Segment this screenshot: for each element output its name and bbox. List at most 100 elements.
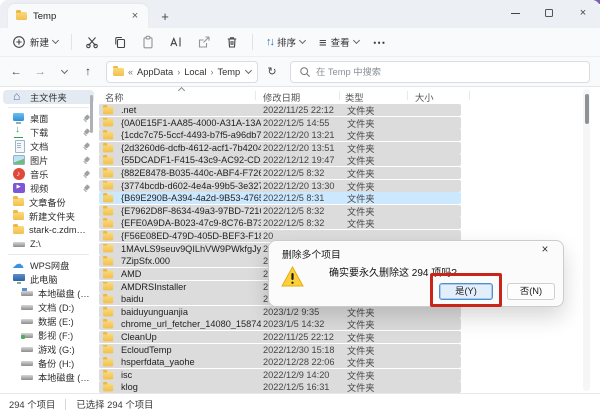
sidebar-item-label: 文章备份: [29, 195, 90, 209]
sidebar-item[interactable]: 视频: [3, 181, 94, 195]
column-divider[interactable]: [255, 91, 256, 100]
sidebar-item[interactable]: 下载: [3, 125, 94, 139]
tab-temp[interactable]: Temp ×: [8, 4, 148, 28]
sidebar-item[interactable]: WPS网盘: [3, 258, 94, 272]
file-name-cell: {EFE0A9DA-B023-47c9-8C76-B73033...: [103, 218, 261, 228]
history-dropdown-button[interactable]: [54, 61, 74, 83]
table-row[interactable]: isc2022/12/9 14:20文件夹: [99, 369, 461, 381]
table-row[interactable]: chrome_url_fetcher_14080_1587440...2023/…: [99, 318, 461, 330]
view-icon: ≡: [319, 36, 327, 49]
sidebar-item[interactable]: 新建文件夹: [3, 209, 94, 223]
file-name-text: 7ZipSfx.000: [121, 256, 170, 266]
new-tab-button[interactable]: +: [154, 5, 176, 27]
table-row[interactable]: baiduyunguanjia2023/1/2 9:35文件夹: [99, 306, 461, 318]
sidebar-item[interactable]: 本地磁盘 (K:): [3, 370, 94, 384]
more-options-button[interactable]: ⋯: [367, 33, 392, 52]
dialog-close-icon[interactable]: ×: [536, 244, 554, 260]
sidebar-item[interactable]: 影视 (F:): [3, 328, 94, 342]
date-modified-cell: 2022/12/5 16:31: [263, 382, 347, 392]
column-header-date[interactable]: 修改日期: [263, 90, 300, 104]
sidebar-item[interactable]: 此电脑: [3, 272, 94, 286]
column-header-size[interactable]: 大小: [415, 90, 434, 104]
yes-button[interactable]: 是(Y): [439, 283, 493, 300]
paste-button[interactable]: [135, 32, 161, 52]
table-row[interactable]: {EFE0A9DA-B023-47c9-8C76-B73033...2022/1…: [99, 217, 461, 229]
no-button[interactable]: 否(N): [507, 283, 555, 300]
breadcrumb-overflow-icon[interactable]: «: [128, 67, 133, 77]
table-row[interactable]: {882E8478-B035-440c-ABF4-F7262D...2022/1…: [99, 167, 461, 179]
sidebar-item[interactable]: 音乐: [3, 167, 94, 181]
table-row[interactable]: {E7962D8F-8634-49a3-97BD-7216C3...2022/1…: [99, 205, 461, 217]
refresh-button[interactable]: ↻: [262, 61, 282, 83]
folder-icon: [103, 296, 113, 304]
type-cell: 文件夹: [347, 380, 413, 393]
sidebar-item-label: 音乐: [30, 167, 77, 181]
copy-button[interactable]: [107, 32, 133, 52]
column-header-name[interactable]: 名称: [105, 90, 124, 104]
table-row[interactable]: {2d3260d6-dcfb-4612-acf1-7b42047...2022/…: [99, 142, 461, 154]
folder-icon: [103, 308, 113, 316]
music-icon: [13, 168, 25, 180]
view-button[interactable]: ≡ 查看: [313, 32, 365, 52]
vertical-scrollbar[interactable]: [583, 89, 590, 391]
column-divider[interactable]: [339, 91, 340, 100]
toolbar-divider: [71, 34, 72, 50]
breadcrumb-segment[interactable]: Temp: [217, 67, 240, 77]
sidebar-item[interactable]: 桌面: [3, 111, 94, 125]
breadcrumb-segment[interactable]: AppData: [137, 67, 173, 77]
sidebar-item[interactable]: 文档 (D:): [3, 300, 94, 314]
sidebar-scrollbar[interactable]: [90, 95, 93, 133]
table-row[interactable]: hsperfdata_yaohe2022/12/28 22:06文件夹: [99, 356, 461, 368]
tab-close-icon[interactable]: ×: [128, 10, 142, 22]
tab-title: Temp: [33, 11, 122, 22]
column-header-type[interactable]: 类型: [345, 90, 364, 104]
sidebar-item[interactable]: 本地磁盘 (C:): [3, 286, 94, 300]
new-button[interactable]: 新建: [6, 32, 64, 52]
chevron-down-icon[interactable]: [245, 66, 252, 73]
table-row[interactable]: {1cdc7c75-5ccf-4493-b7f5-a96db79...2022/…: [99, 129, 461, 141]
back-button[interactable]: ←: [6, 61, 26, 83]
column-divider[interactable]: [469, 91, 470, 100]
sort-button[interactable]: ↑↓ 排序: [260, 32, 311, 52]
chevron-down-icon: [52, 37, 59, 44]
table-row[interactable]: {B69E290B-A394-4a2d-9B53-476596...2022/1…: [99, 192, 461, 204]
breadcrumb-crumbs: AppData›Local›Temp: [137, 67, 242, 77]
sidebar-item[interactable]: 主文件夹: [3, 90, 94, 104]
breadcrumb[interactable]: « AppData›Local›Temp: [106, 61, 258, 83]
table-row[interactable]: CleanUp2022/11/25 22:12文件夹: [99, 331, 461, 343]
delete-button[interactable]: [219, 32, 245, 52]
table-row[interactable]: {0A0E15F1-AA85-4000-A31A-13A94...2022/12…: [99, 117, 461, 129]
close-button[interactable]: ×: [566, 0, 600, 26]
scrollbar-thumb[interactable]: [585, 94, 589, 124]
copy-icon: [113, 35, 127, 49]
table-row[interactable]: klog2022/12/5 16:31文件夹: [99, 381, 461, 393]
document-icon: [13, 140, 25, 152]
sidebar-item-label: 文档 (D:): [38, 300, 90, 314]
table-row[interactable]: {3774bcdb-d602-4e4a-99b5-3e3279...2022/1…: [99, 180, 461, 192]
cut-button[interactable]: [79, 32, 105, 52]
sidebar-item[interactable]: 文档: [3, 139, 94, 153]
search-input[interactable]: [316, 67, 581, 77]
sidebar-item[interactable]: 数据 (E:): [3, 314, 94, 328]
maximize-button[interactable]: [532, 0, 566, 26]
table-row[interactable]: EcloudTemp2022/12/30 15:18文件夹: [99, 344, 461, 356]
minimize-button[interactable]: [498, 0, 532, 26]
sidebar-item[interactable]: 备份 (H:): [3, 356, 94, 370]
forward-button[interactable]: →: [30, 61, 50, 83]
table-row[interactable]: .net2022/11/25 22:12文件夹: [99, 104, 461, 116]
sidebar-item[interactable]: 游戏 (G:): [3, 342, 94, 356]
sidebar-item[interactable]: 图片: [3, 153, 94, 167]
sidebar-item[interactable]: 文章备份: [3, 195, 94, 209]
table-row[interactable]: {55DCADF1-F415-43c9-AC92-CD512...2022/12…: [99, 154, 461, 166]
rename-button[interactable]: [163, 32, 189, 52]
folder-icon: [103, 359, 113, 367]
sidebar-item[interactable]: Z:\: [3, 237, 94, 251]
breadcrumb-segment[interactable]: Local: [184, 67, 206, 77]
sidebar-item[interactable]: stark-c.zdm999.e: [3, 223, 94, 237]
share-button[interactable]: [191, 32, 217, 52]
pc-icon: [13, 273, 25, 285]
up-button[interactable]: ↑: [78, 61, 98, 83]
search-box[interactable]: [290, 61, 590, 83]
column-divider[interactable]: [407, 91, 408, 100]
explorer-window: Temp × + × 新建: [0, 0, 600, 414]
